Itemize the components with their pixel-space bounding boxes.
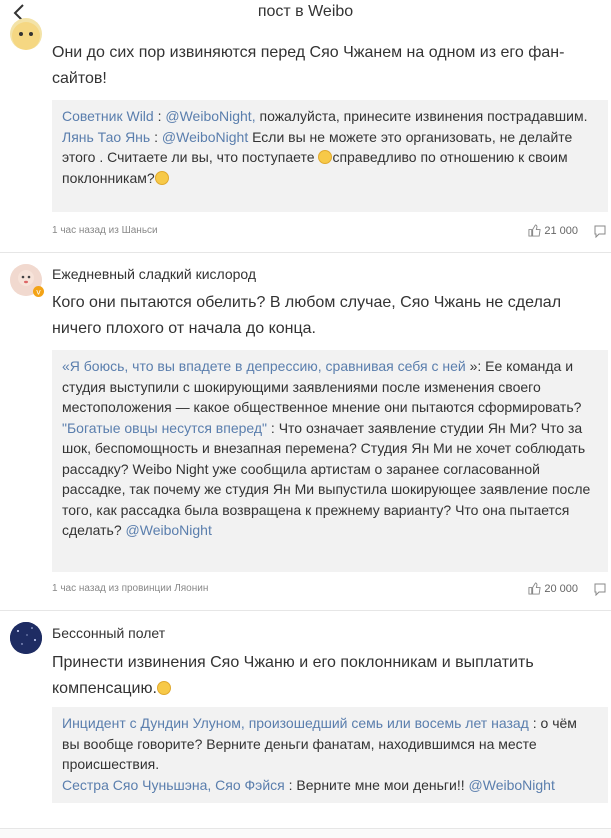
post-text-content: Принести извинения Сяо Чжаню и его покло… [52,654,534,697]
svg-text:v: v [36,287,41,296]
post-meta: 1 час назад из Шаньси [52,225,158,236]
quote-line: Сестра Сяо Чуньшэна, Сяо Фэйся : Верните… [62,775,598,796]
quote-line: Лянь Тао Янь : @WeiboNight Если вы не мо… [62,127,598,189]
quote-author-link[interactable]: Лянь Тао Янь [62,129,150,145]
quote-author-link[interactable]: Инцидент с Дундин Улуном, произошедший с… [62,715,529,731]
avatar[interactable] [10,622,42,654]
quote-author-link[interactable]: "Богатые овцы несутся вперед" [62,420,267,436]
quote-separator: : [284,776,297,793]
quote-line: Инцидент с Дундин Улуном, произошедший с… [62,713,598,775]
smile-emoji-icon [156,681,171,695]
quote-text: пожалуйста, принесите извинения пострада… [255,108,588,124]
comment-icon[interactable] [593,582,607,596]
quote-box: Инцидент с Дундин Улуном, произошедший с… [52,707,608,803]
smile-emoji-icon [318,150,333,164]
quote-line: Советник Wild : @WeiboNight, пожалуйста,… [62,106,598,127]
quote-line: «Я боюсь, что вы впадете в депрессию, ср… [62,356,598,418]
quote-separator: : [150,128,162,145]
verified-badge-icon: v [33,286,44,297]
avatar[interactable] [10,18,42,50]
post-text: Принести извинения Сяо Чжаню и его покло… [52,650,592,702]
top-bar: пост в Weibo [0,0,611,26]
quote-text: Верните мне мои деньги!! [296,776,469,793]
quote-author-link[interactable]: Советник Wild [62,108,154,124]
quote-separator: : [153,108,166,124]
mention-link[interactable]: @WeiboNight [162,129,248,145]
quote-line: "Богатые овцы несутся вперед" : Что озна… [62,418,598,541]
page-title: пост в Weibo [257,3,354,20]
quote-box: Советник Wild : @WeiboNight, пожалуйста,… [52,100,608,212]
like-button[interactable]: 21 000 [528,224,578,237]
post-text: Кого они пытаются обелить? В любом случа… [52,294,562,337]
like-button[interactable]: 20 000 [528,582,578,595]
comment-icon[interactable] [593,224,607,238]
mention-link[interactable]: @WeiboNight, [165,108,255,124]
like-count: 21 000 [544,224,578,237]
thumbs-up-icon [528,224,541,237]
quote-text: Что означает заявление студии Ян Ми? Что… [62,419,591,539]
quote-separator: : [267,419,279,436]
smile-emoji-icon [154,170,169,185]
mention-link[interactable]: @WeiboNight [469,777,555,793]
divider [0,610,611,611]
divider [0,252,611,253]
quote-separator: » [465,358,478,374]
quote-author-link[interactable]: Сестра Сяо Чуньшэна, Сяо Фэйся [62,777,285,793]
quote-box: «Я боюсь, что вы впадете в депрессию, ср… [52,350,608,572]
mention-link[interactable]: @WeiboNight [126,522,212,538]
post-author[interactable]: Бессонный полет [52,625,165,641]
post-text: Они до сих пор извиняются перед Сяо Чжан… [52,44,565,87]
thumbs-up-icon [528,582,541,595]
quote-author-link[interactable]: «Я боюсь, что вы впадете в депрессию, ср… [62,358,466,374]
post-meta: 1 час назад из провинции Ляонин [52,583,209,594]
quote-separator: : [528,715,541,731]
post-author[interactable]: Ежедневный сладкий кислород [52,266,256,282]
like-count: 20 000 [544,582,578,595]
